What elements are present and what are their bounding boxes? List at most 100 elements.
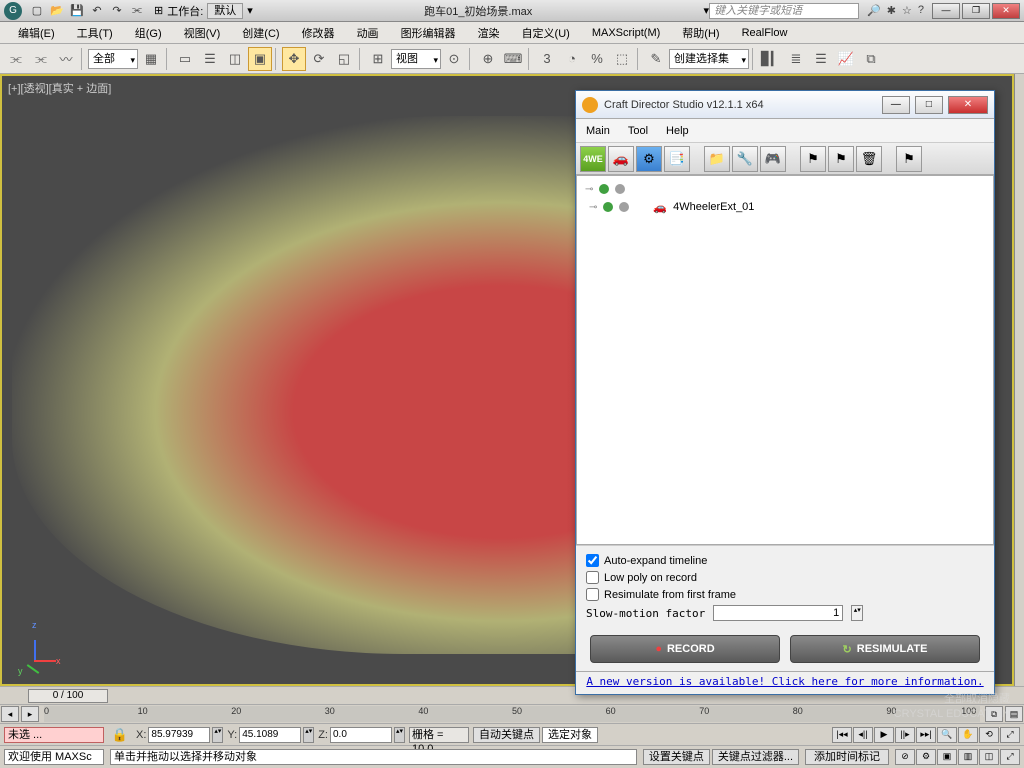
spinner-icon[interactable]: ▴▾ (212, 727, 223, 743)
select-icon[interactable]: ▭ (173, 47, 197, 71)
flag1-icon[interactable]: ⚑ (800, 146, 826, 172)
keymode-icon[interactable]: ⊘ (895, 749, 915, 765)
prev-frame-icon[interactable]: ◂|| (853, 727, 873, 743)
opt-lowpoly-checkbox[interactable] (586, 571, 599, 584)
select-region-icon[interactable]: ◫ (223, 47, 247, 71)
rotate-tool-icon[interactable]: ⟳ (307, 47, 331, 71)
undo-icon[interactable]: ↶ (88, 3, 106, 19)
trash-icon[interactable]: 🗑 (856, 146, 882, 172)
dialog-close-button[interactable]: ✕ (948, 96, 988, 114)
record-button[interactable]: RECORD (590, 635, 780, 663)
keyfilter-button[interactable]: 关键点过滤器... (712, 749, 799, 765)
timeline-expand-icon[interactable]: ▤ (1005, 706, 1023, 722)
menu-group[interactable]: 组(G) (125, 23, 172, 43)
mirror-icon[interactable]: ▊▎ (759, 47, 783, 71)
nav-region-icon[interactable]: ◫ (979, 749, 999, 765)
setkey-button[interactable]: 设置关键点 (643, 749, 710, 765)
wrench-icon[interactable]: 🔧 (732, 146, 758, 172)
dialog-menu-main[interactable]: Main (586, 125, 610, 137)
menu-maxscript[interactable]: MAXScript(M) (582, 25, 670, 41)
nav-orbit-icon[interactable]: ⟲ (979, 727, 999, 743)
flag2-icon[interactable]: ⚑ (828, 146, 854, 172)
menu-modifier[interactable]: 修改器 (292, 23, 345, 43)
add-time-tag-button[interactable]: 添加时间标记 (805, 749, 889, 765)
window-crossing-icon[interactable]: ▣ (248, 47, 272, 71)
selection-lock-icon[interactable]: 🔒 (108, 723, 132, 747)
workspace-name[interactable]: 默认 (207, 3, 243, 19)
play-icon[interactable]: ▶ (874, 727, 894, 743)
dialog-titlebar[interactable]: Craft Director Studio v12.1.1 x64 — □ ✕ (576, 91, 994, 119)
steering-icon[interactable]: ✱ (887, 4, 896, 17)
dialog-minimize-button[interactable]: — (882, 96, 910, 114)
spinner-snap-icon[interactable]: ⬚ (610, 47, 634, 71)
timeline-next-icon[interactable]: ▸ (21, 706, 39, 722)
select-manip-icon[interactable]: ⊕ (476, 47, 500, 71)
move-tool-icon[interactable]: ✥ (282, 47, 306, 71)
bind-tool-icon[interactable]: 〰 (54, 47, 78, 71)
scale-tool-icon[interactable]: ◱ (332, 47, 356, 71)
dialog-status-link[interactable]: A new version is available! Click here f… (576, 671, 994, 693)
gear-icon[interactable]: ⚙ (636, 146, 662, 172)
menu-view[interactable]: 视图(V) (174, 23, 231, 43)
menu-edit[interactable]: 编辑(E) (8, 23, 65, 43)
ref-coord-dropdown[interactable]: 视图 (391, 49, 441, 69)
nav-fov-icon[interactable]: ▥ (958, 749, 978, 765)
timeline-ruler[interactable]: 0 10 20 30 40 50 60 70 80 90 100 (44, 706, 980, 722)
schematic-icon[interactable]: ⧉ (859, 47, 883, 71)
binoculars-icon[interactable]: 🔎 (867, 4, 881, 17)
help-icon[interactable]: ? (918, 4, 924, 17)
new-icon[interactable]: ▢ (28, 3, 46, 19)
menu-customize[interactable]: 自定义(U) (512, 23, 580, 43)
selection-status[interactable]: 未选 ... (4, 727, 104, 743)
spinner-icon[interactable]: ▴▾ (303, 727, 314, 743)
center-pivot-icon[interactable]: ⊙ (442, 47, 466, 71)
angle-snap-icon[interactable]: ◔ (560, 47, 584, 71)
open-icon[interactable]: 📂 (48, 3, 66, 19)
workspace-selector[interactable]: ⊞ 工作台: 默认 ▾ (154, 3, 253, 19)
layers-icon[interactable]: ☰ (809, 47, 833, 71)
flag3-icon[interactable]: ⚑ (896, 146, 922, 172)
copy-icon[interactable]: 📑 (664, 146, 690, 172)
close-button[interactable]: ✕ (992, 3, 1020, 19)
ref-coord-icon[interactable]: ⊞ (366, 47, 390, 71)
dialog-tree[interactable]: ⊸ ⊸ 🚗 4WheelerExt_01 (576, 175, 994, 545)
next-frame-icon[interactable]: ||▸ (895, 727, 915, 743)
coord-z-input[interactable] (330, 727, 392, 743)
percent-snap-icon[interactable]: % (585, 47, 609, 71)
nav-zoomext-icon[interactable]: ▣ (937, 749, 957, 765)
timeline-config-icon[interactable]: ⧉ (985, 706, 1003, 722)
time-slider-handle[interactable]: 0 / 100 (28, 689, 108, 703)
dialog-maximize-button[interactable]: □ (915, 96, 943, 114)
viewport-label[interactable]: [+][透视][真实 + 边面] (8, 80, 111, 96)
nav-max2-icon[interactable]: ⤢ (1000, 749, 1020, 765)
tree-root-row[interactable]: ⊸ (581, 180, 989, 198)
minimize-button[interactable]: — (932, 3, 960, 19)
nav-pan-icon[interactable]: ✋ (958, 727, 978, 743)
menu-render[interactable]: 渲染 (468, 23, 510, 43)
menu-help[interactable]: 帮助(H) (672, 23, 729, 43)
folder-icon[interactable]: 📁 (704, 146, 730, 172)
link-tool-icon[interactable]: ⫘ (4, 47, 28, 71)
command-panel-edge[interactable] (1014, 74, 1024, 686)
menu-realflow[interactable]: RealFlow (732, 25, 798, 41)
dialog-menu-help[interactable]: Help (666, 125, 689, 137)
gamepad-icon[interactable]: 🎮 (760, 146, 786, 172)
maximize-button[interactable]: ❐ (962, 3, 990, 19)
nav-zoom-icon[interactable]: 🔍 (937, 727, 957, 743)
opt-autoexpand-checkbox[interactable] (586, 554, 599, 567)
menu-tools[interactable]: 工具(T) (67, 23, 123, 43)
keyboard-shortcut-icon[interactable]: ⌨ (501, 47, 525, 71)
slowmotion-input[interactable] (713, 605, 843, 621)
menu-grapheditor[interactable]: 图形编辑器 (391, 23, 466, 43)
named-selection-dropdown[interactable]: 创建选择集 (669, 49, 749, 69)
goto-start-icon[interactable]: |◂◂ (832, 727, 852, 743)
autokey-button[interactable]: 自动关键点 (473, 727, 540, 743)
time-config-icon[interactable]: ⚙ (916, 749, 936, 765)
opt-lowpoly[interactable]: Low poly on record (586, 569, 984, 586)
selection-scope-dropdown[interactable]: 全部 (88, 49, 138, 69)
save-icon[interactable]: 💾 (68, 3, 86, 19)
timeline-prev-icon[interactable]: ◂ (1, 706, 19, 722)
star-icon[interactable]: ☆ (902, 4, 912, 17)
coord-y-input[interactable] (239, 727, 301, 743)
menu-animation[interactable]: 动画 (347, 23, 389, 43)
